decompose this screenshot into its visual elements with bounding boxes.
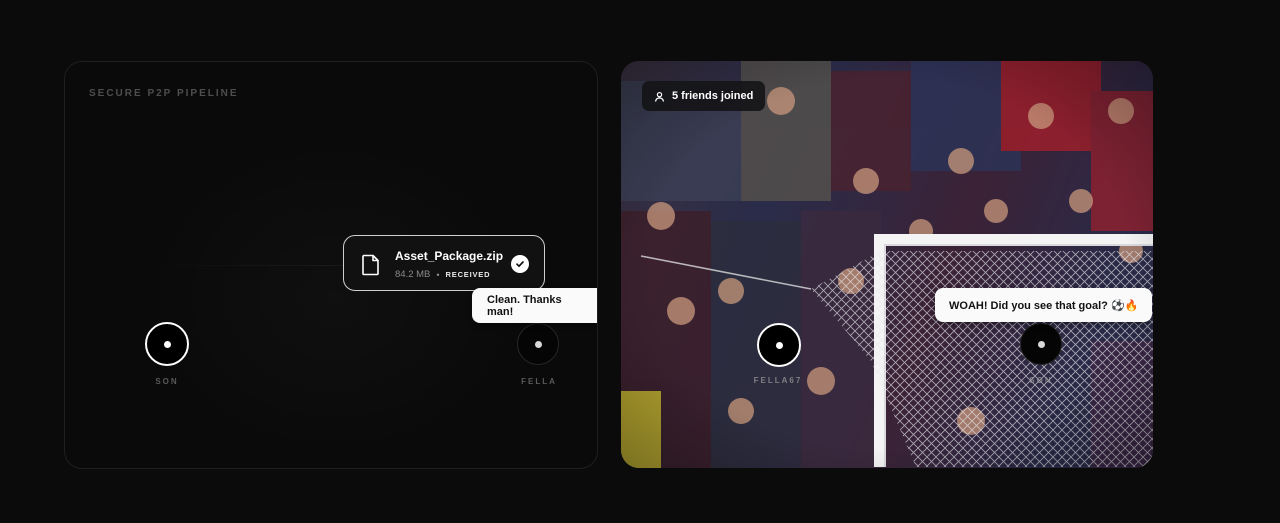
watch-party-card: 5 friends joined FELLA67 SON WOAH! Did y…	[621, 61, 1153, 468]
node-dot-icon	[534, 340, 542, 348]
transfer-status: RECEIVED	[445, 270, 491, 279]
user-icon	[655, 91, 664, 102]
friends-joined-badge[interactable]: 5 friends joined	[642, 81, 766, 111]
participant-node-left[interactable]	[757, 323, 801, 367]
sender-label: SON	[155, 377, 179, 386]
file-meta: 84.2 MB • RECEIVED	[395, 269, 490, 280]
node-dot-icon	[775, 341, 783, 349]
participant-node-right[interactable]	[1020, 323, 1062, 365]
friends-joined-label: 5 friends joined	[672, 90, 754, 102]
section-label: SECURE P2P PIPELINE	[89, 88, 239, 99]
stadium-image	[621, 61, 1153, 468]
node-dot-icon	[1037, 340, 1045, 348]
node-dot-icon	[163, 340, 171, 348]
receiver-node[interactable]	[517, 323, 559, 365]
check-circle-icon	[511, 255, 529, 273]
receiver-label: FELLA	[521, 377, 557, 386]
p2p-pipeline-card: SECURE P2P PIPELINE SON FELLA Asset_Pack…	[64, 61, 598, 469]
chat-bubble: Clean. Thanks man!	[472, 288, 597, 323]
file-size: 84.2 MB	[395, 269, 431, 280]
file-icon	[362, 254, 379, 276]
meta-separator: •	[436, 269, 440, 280]
sender-node[interactable]	[145, 322, 189, 366]
chat-bubble: WOAH! Did you see that goal? ⚽🔥	[935, 288, 1153, 322]
file-name: Asset_Package.zip	[395, 249, 504, 263]
file-transfer-card[interactable]: Asset_Package.zip 84.2 MB • RECEIVED	[343, 235, 545, 291]
participant-left-label: FELLA67	[753, 376, 803, 385]
participant-right-label: SON	[1029, 376, 1053, 385]
